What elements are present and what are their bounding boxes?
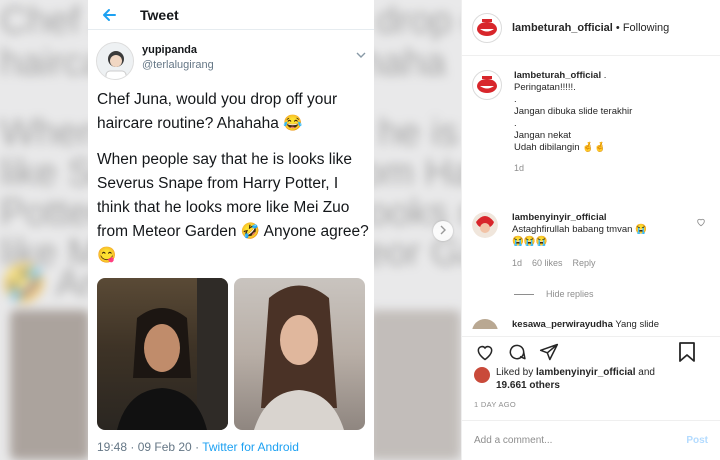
tweet-header-title: Tweet	[140, 6, 179, 23]
tweet-paragraph: Chef Juna, would you drop off your hairc…	[97, 91, 338, 132]
comment-input[interactable]	[474, 435, 687, 446]
avatar[interactable]	[474, 367, 490, 383]
post-button[interactable]: Post	[686, 435, 708, 446]
action-bar	[462, 336, 720, 366]
tweet-author[interactable]: yupipanda @terlalugirang	[96, 42, 214, 80]
caption-line: Peringatan!!!!!.	[514, 82, 576, 93]
comments-list[interactable]: lambeturah_official . Peringatan!!!!!. .…	[462, 57, 720, 329]
tweet-text: Chef Juna, would you drop off your hairc…	[97, 88, 373, 280]
post-date[interactable]: 1 DAY AGO	[474, 400, 516, 409]
comment-username[interactable]: kesawa_perwirayudha	[512, 319, 613, 329]
tweet-footer: 19:48 · 09 Feb 20 · Twitter for Android	[97, 440, 299, 454]
divider	[514, 293, 534, 295]
tweet-header: Tweet	[88, 0, 374, 30]
bookmark-icon[interactable]	[676, 341, 698, 363]
tweet-display-name[interactable]: yupipanda	[142, 44, 214, 56]
reply-button[interactable]: Reply	[573, 257, 596, 269]
caption-line: .	[514, 118, 517, 129]
likes-connector: and	[635, 367, 655, 378]
separator-dot: •	[612, 21, 623, 34]
comment-likes[interactable]: 60 likes	[532, 257, 563, 269]
comment-text: Astaghfirullah babang tmvan 😭	[512, 224, 647, 235]
back-arrow-icon[interactable]	[102, 5, 122, 25]
caption-line: .	[514, 94, 517, 105]
instagram-side-panel: lambeturah_official • Following lambetur…	[461, 0, 720, 460]
post-image: Chef Juna, would you drop off your hairc…	[0, 0, 461, 460]
hide-replies-label[interactable]: Hide replies	[546, 289, 594, 299]
comment-icon[interactable]	[506, 341, 528, 363]
post-header: lambeturah_official • Following	[462, 0, 720, 56]
tweet-photo[interactable]	[97, 278, 228, 430]
chevron-down-icon[interactable]	[356, 46, 366, 64]
tweet-photo[interactable]	[234, 278, 365, 430]
share-icon[interactable]	[538, 341, 560, 363]
caption-username[interactable]: lambeturah_official	[514, 70, 601, 81]
caption-time[interactable]: 1d	[514, 162, 632, 174]
avatar[interactable]	[472, 12, 502, 43]
comment-username[interactable]: lambenyinyir_official	[512, 212, 607, 223]
tweet-handle[interactable]: @terlalugirang	[142, 59, 214, 71]
avatar[interactable]	[96, 42, 134, 80]
heart-icon[interactable]	[696, 214, 706, 232]
bg-photo	[10, 310, 90, 460]
comment-time[interactable]: 1d	[512, 257, 522, 269]
avatar[interactable]	[472, 212, 498, 238]
likes-user[interactable]: lambenyinyir_official	[536, 367, 635, 378]
tweet-timestamp: 19:48 · 09 Feb 20 ·	[97, 440, 203, 454]
likes-others[interactable]: 19.661 others	[496, 380, 560, 391]
caption: lambeturah_official . Peringatan!!!!!. .…	[472, 70, 632, 174]
heart-icon[interactable]	[474, 341, 496, 363]
bg-photo	[368, 310, 461, 460]
account-username[interactable]: lambeturah_official	[512, 22, 613, 34]
carousel-next-button[interactable]	[433, 221, 453, 241]
avatar[interactable]	[472, 70, 502, 100]
hide-replies-button[interactable]: Hide replies	[514, 289, 594, 299]
avatar[interactable]	[472, 319, 498, 329]
chevron-right-icon	[439, 222, 447, 240]
tweet-card: Tweet yupipanda @terlalugirang Chef Juna…	[88, 0, 374, 460]
comment-text: 😭😭😭	[512, 236, 548, 247]
caption-line: Udah dibilangin 🤞🤞	[514, 142, 606, 153]
likes-summary: Liked by lambenyinyir_official and 19.66…	[474, 366, 655, 392]
comment: lambenyinyir_official Astaghfirullah bab…	[472, 212, 712, 269]
add-comment-bar: Post	[462, 420, 720, 460]
caption-line: Jangan dibuka slide terakhir	[514, 106, 633, 117]
caption-text: .	[601, 70, 607, 81]
follow-status[interactable]: Following	[623, 22, 669, 34]
caption-line: Jangan nekat	[514, 130, 572, 141]
likes-prefix: Liked by	[496, 367, 537, 378]
tweet-source-link[interactable]: Twitter for Android	[202, 440, 299, 454]
comment: kesawa_perwirayudha Yang slide	[472, 319, 659, 329]
comment-text: Yang slide	[612, 319, 659, 329]
tweet-paragraph: When people say that he is looks like Se…	[97, 151, 369, 264]
